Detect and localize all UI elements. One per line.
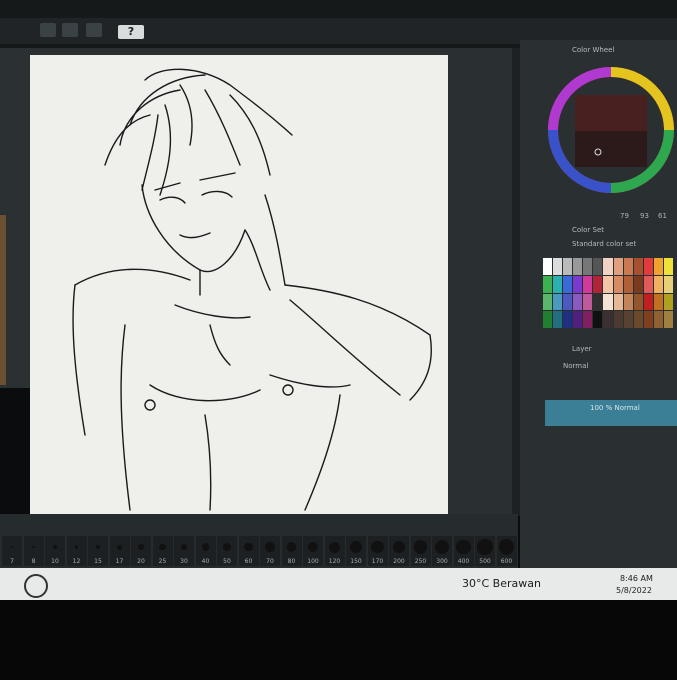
brush-dot	[159, 543, 166, 551]
brush-dot	[223, 543, 231, 551]
brush-size-label: 8	[31, 558, 36, 565]
brush-size-7[interactable]: 7	[2, 536, 22, 566]
brush-dot	[95, 544, 101, 550]
layer-panel-title: Layer	[572, 345, 592, 353]
brush-dot	[435, 540, 449, 554]
brush-size-label: 500	[479, 558, 491, 565]
brush-dot	[286, 542, 297, 552]
toolbar-icon-3[interactable]	[86, 23, 102, 37]
color-value-2: 93	[640, 212, 649, 220]
brush-size-40[interactable]: 40	[195, 536, 216, 566]
brush-size-label: 120	[328, 558, 341, 565]
color-set-name[interactable]: Standard color set	[572, 240, 636, 248]
brush-dot	[392, 540, 406, 554]
brush-dot	[350, 541, 362, 553]
color-value-3: 61	[658, 212, 667, 220]
brush-size-12[interactable]: 12	[66, 536, 87, 566]
brush-size-label: 200	[393, 558, 405, 565]
sketch-drawing	[72, 68, 432, 511]
brush-size-label: 170	[371, 558, 384, 565]
brush-size-20[interactable]: 20	[131, 536, 151, 566]
brush-dot	[117, 544, 122, 550]
brush-size-label: 15	[94, 558, 102, 565]
brush-size-label: 250	[414, 558, 427, 565]
brush-size-30[interactable]: 30	[174, 536, 194, 566]
brush-size-label: 300	[436, 558, 448, 565]
layer-name: 100 % Normal	[590, 404, 640, 412]
brush-dot	[307, 541, 319, 553]
canvas-vertical-scrollbar[interactable]	[512, 48, 520, 516]
brush-size-15[interactable]: 15	[88, 536, 108, 566]
brush-dot	[244, 542, 253, 552]
brush-size-label: 50	[223, 558, 231, 565]
brush-size-label: 17	[115, 558, 124, 565]
brush-dot	[456, 539, 471, 555]
brush-size-10[interactable]: 10	[45, 536, 65, 566]
toolbar-icon-2[interactable]	[62, 23, 78, 37]
brush-dot	[498, 539, 515, 555]
clock-date[interactable]: 5/8/2022	[616, 586, 652, 595]
brush-size-60[interactable]: 60	[238, 536, 259, 566]
brush-size-500[interactable]: 500	[475, 536, 495, 566]
brush-size-label: 70	[266, 558, 274, 565]
brush-dot	[138, 544, 144, 550]
brush-dot	[32, 545, 35, 549]
color-set-title: Color Set	[572, 226, 604, 234]
brush-dot	[329, 541, 340, 553]
monitor-bezel-bottom	[0, 600, 677, 680]
brush-size-600[interactable]: 600	[496, 536, 517, 566]
brush-size-label: 600	[500, 558, 513, 565]
drawing-canvas[interactable]	[30, 55, 448, 515]
left-panel-thumbnail	[0, 215, 6, 385]
brush-size-200[interactable]: 200	[389, 536, 409, 566]
clock-time[interactable]: 8:46 AM	[620, 574, 653, 583]
brush-size-label: 80	[287, 558, 296, 565]
brush-size-25[interactable]: 25	[152, 536, 173, 566]
brush-size-label: 150	[350, 558, 362, 565]
brush-dot	[265, 542, 275, 552]
color-wheel-title: Color Wheel	[572, 46, 615, 54]
brush-size-label: 7	[10, 558, 14, 565]
brush-size-120[interactable]: 120	[324, 536, 345, 566]
brush-size-label: 40	[201, 558, 210, 565]
color-value-1: 79	[620, 212, 629, 220]
brush-size-label: 20	[137, 558, 145, 565]
brush-dot	[201, 543, 210, 551]
color-swatch-grid[interactable]	[543, 258, 673, 328]
brush-size-label: 30	[180, 558, 188, 565]
brush-dot	[371, 540, 384, 554]
brush-size-label: 10	[51, 558, 59, 565]
brush-size-70[interactable]: 70	[260, 536, 280, 566]
brush-dot	[11, 546, 13, 548]
brush-size-label: 12	[72, 558, 81, 565]
brush-size-100[interactable]: 100	[303, 536, 323, 566]
brush-size-400[interactable]: 400	[453, 536, 474, 566]
brush-size-150[interactable]: 150	[346, 536, 366, 566]
brush-size-label: 100	[307, 558, 319, 565]
brush-size-17[interactable]: 17	[109, 536, 130, 566]
app-logo-icon[interactable]	[24, 574, 48, 598]
taskbar: 30°C Berawan 8:46 AM 5/8/2022	[0, 568, 677, 600]
help-button[interactable]: ?	[118, 25, 144, 39]
brush-size-80[interactable]: 80	[281, 536, 302, 566]
toolbar-icon-1[interactable]	[40, 23, 56, 37]
brush-dot	[180, 543, 188, 551]
brush-size-label: 60	[244, 558, 253, 565]
brush-size-8[interactable]: 8	[23, 536, 44, 566]
brush-size-label: 25	[158, 558, 167, 565]
brush-size-50[interactable]: 50	[217, 536, 237, 566]
weather-widget[interactable]: 30°C Berawan	[462, 577, 541, 590]
brush-dot	[477, 539, 493, 555]
brush-dot	[53, 545, 57, 549]
color-wheel[interactable]	[545, 60, 677, 210]
layer-blend-mode[interactable]: Normal	[563, 362, 588, 370]
brush-size-label: 400	[457, 558, 470, 565]
brush-size-170[interactable]: 170	[367, 536, 388, 566]
brush-size-250[interactable]: 250	[410, 536, 431, 566]
brush-dot	[74, 545, 79, 549]
brush-dot	[413, 540, 428, 554]
brush-size-300[interactable]: 300	[432, 536, 452, 566]
